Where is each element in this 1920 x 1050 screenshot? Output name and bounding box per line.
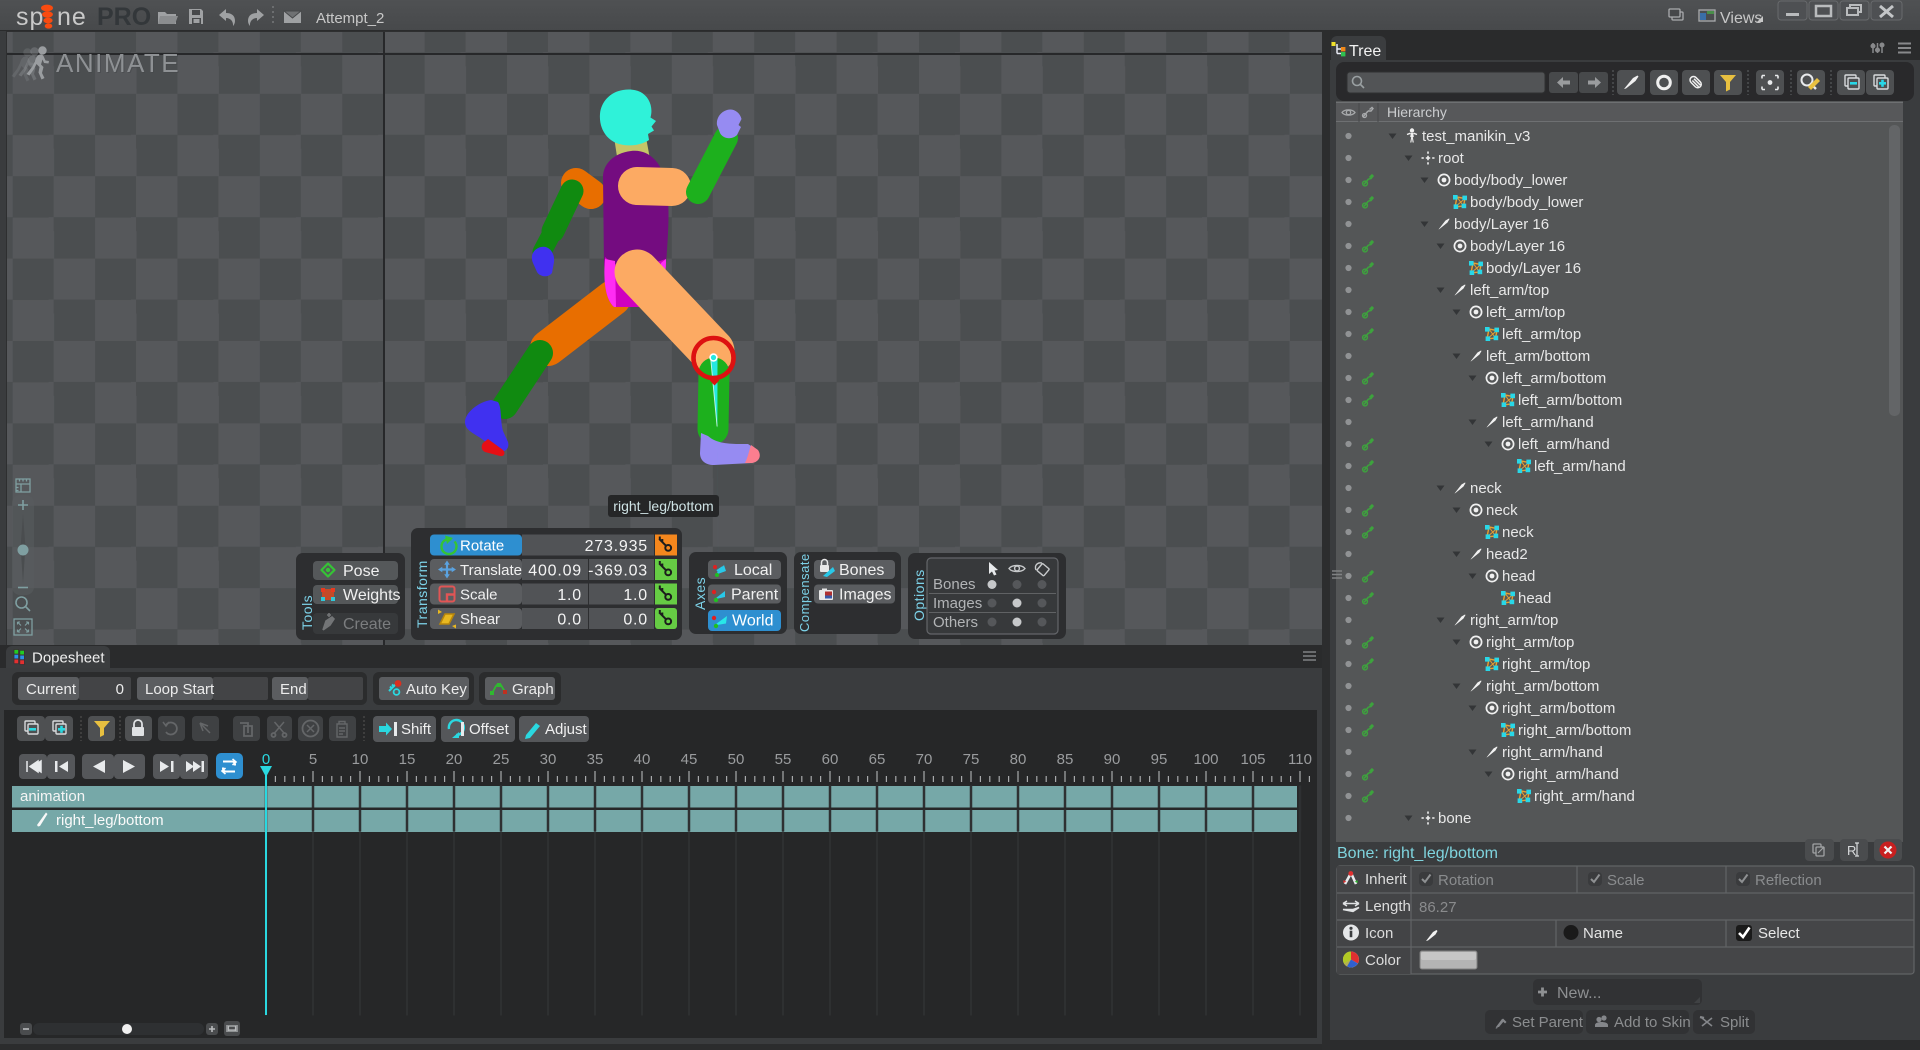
svg-text:Shear: Shear	[460, 611, 500, 628]
svg-text:Icon: Icon	[1365, 925, 1393, 942]
svg-text:R: R	[1847, 843, 1856, 858]
svg-text:Attempt_2: Attempt_2	[316, 10, 384, 27]
svg-text:Split: Split	[1720, 1014, 1750, 1031]
svg-text:Parent: Parent	[731, 587, 779, 604]
svg-text:sp: sp	[16, 3, 44, 31]
svg-text:PRO: PRO	[97, 3, 151, 31]
svg-text:World: World	[732, 613, 774, 630]
svg-text:86.27: 86.27	[1419, 899, 1457, 916]
svg-text:Add to Skin: Add to Skin	[1614, 1014, 1691, 1031]
svg-text:Create: Create	[343, 616, 391, 633]
svg-text:New...: New...	[1557, 985, 1601, 1002]
svg-text:Set Parent: Set Parent	[1512, 1014, 1584, 1031]
svg-text:Color: Color	[1365, 952, 1401, 969]
svg-text:1.0: 1.0	[557, 587, 582, 604]
svg-text:Images: Images	[933, 595, 982, 612]
svg-text:1.0: 1.0	[623, 587, 648, 604]
svg-text:Inherit: Inherit	[1365, 871, 1408, 888]
svg-text:Pose: Pose	[343, 563, 380, 580]
svg-text:Name: Name	[1583, 925, 1623, 942]
svg-text:Scale: Scale	[460, 587, 498, 604]
svg-text:-369.03: -369.03	[588, 563, 648, 580]
svg-text:Images: Images	[839, 587, 891, 604]
svg-text:Bone: right_leg/bottom: Bone: right_leg/bottom	[1337, 845, 1498, 862]
svg-text:0.0: 0.0	[623, 612, 648, 629]
svg-text:400.09: 400.09	[528, 563, 582, 580]
svg-text:Rotation: Rotation	[1438, 872, 1494, 889]
svg-text:Local: Local	[734, 562, 772, 579]
svg-text:ne: ne	[57, 3, 87, 31]
svg-text:Bones: Bones	[933, 576, 976, 593]
svg-text:Others: Others	[933, 614, 978, 631]
svg-text:Translate: Translate	[460, 562, 522, 579]
svg-text:Views: Views	[1720, 10, 1762, 27]
svg-text:Rotate: Rotate	[460, 538, 504, 555]
svg-text:Reflection: Reflection	[1755, 872, 1822, 889]
svg-text:0.0: 0.0	[557, 612, 582, 629]
svg-text:Scale: Scale	[1607, 872, 1645, 889]
svg-text:273.935: 273.935	[585, 538, 648, 555]
svg-text:Length: Length	[1365, 898, 1411, 915]
svg-text:Select: Select	[1758, 925, 1801, 942]
svg-text:Weights: Weights	[343, 587, 401, 604]
svg-text:Bones: Bones	[839, 562, 884, 579]
